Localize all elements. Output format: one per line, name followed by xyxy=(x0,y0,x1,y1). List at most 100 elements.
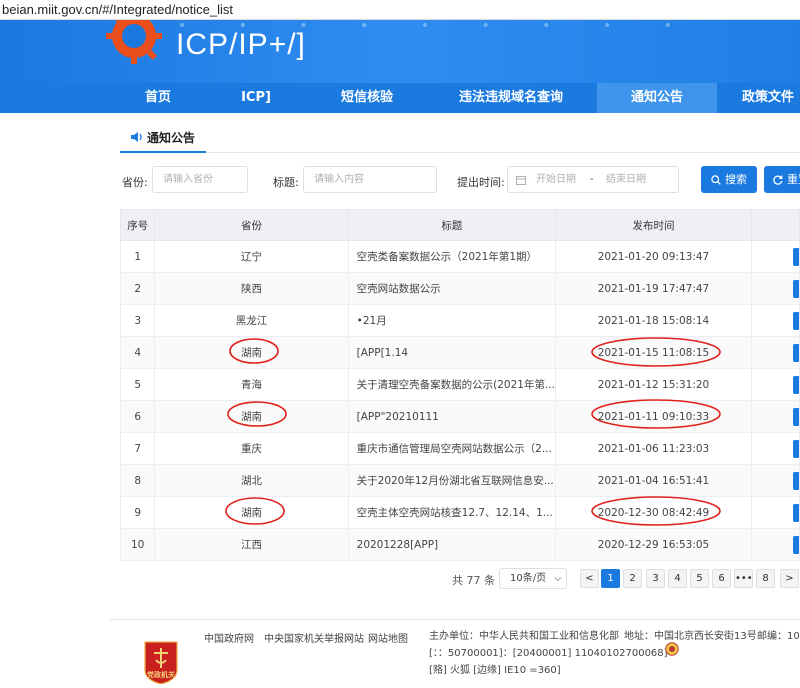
party-org-badge-label: 党政机关 xyxy=(147,671,175,679)
cell-publish-time: 2021-01-15 11:08:15 xyxy=(554,336,752,369)
cell-index: 3 xyxy=(119,304,156,337)
cell-province: 湖南 xyxy=(154,336,349,369)
cell-publish-time: 2021-01-18 15:08:14 xyxy=(554,304,752,337)
cell-publish-time: 2021-01-04 16:51:41 xyxy=(554,464,752,497)
cell-title[interactable]: 关于2020年12月份湖北省互联网信息安... xyxy=(347,464,556,497)
next-page-button[interactable]: > xyxy=(780,569,799,588)
nav-item-sms-verify[interactable]: 短信核验 xyxy=(330,83,404,113)
footer-link-gov[interactable]: 中国政府网 xyxy=(204,630,254,645)
reset-button[interactable]: 重置 xyxy=(764,166,800,193)
cell-province: 青海 xyxy=(154,368,349,401)
view-button[interactable] xyxy=(793,343,799,362)
page-button-8[interactable]: 8 xyxy=(756,569,775,588)
section-tabs: 通知公告 xyxy=(120,126,800,153)
view-button[interactable] xyxy=(793,407,799,426)
cell-title[interactable]: 关于清理空壳备案数据的公示(2021年第... xyxy=(347,368,556,401)
cell-publish-time: 2021-01-11 09:10:33 xyxy=(554,400,752,433)
view-button[interactable] xyxy=(793,279,799,298)
cell-title[interactable]: [APP[1.14 xyxy=(347,336,556,369)
cell-province: 江西 xyxy=(154,528,349,561)
page-button-4[interactable]: 4 xyxy=(668,569,687,588)
table-row[interactable]: 9 湖南 空壳主体空壳网站核查12.7、12.14、1... 2020-12-30 0… xyxy=(119,496,800,529)
cell-title[interactable]: •21月 xyxy=(347,304,556,337)
page-button-1[interactable]: 1 xyxy=(601,569,620,588)
nav-item-icp[interactable]: ICP] xyxy=(224,83,288,113)
footer-link-sitemap[interactable]: 网站地图 xyxy=(368,630,408,645)
cell-province: 黑龙江 xyxy=(154,304,349,337)
table-header-row: 序号 省份 标题 发布时间 xyxy=(119,209,800,241)
page-ellipsis-button[interactable]: ••• xyxy=(734,569,753,588)
cell-actions xyxy=(750,240,800,273)
nav-item-illegal-domain[interactable]: 违法违规域名查询 xyxy=(450,83,572,113)
view-button[interactable] xyxy=(793,471,799,490)
header-title: 标题 xyxy=(347,209,556,241)
tab-notices[interactable]: 通知公告 xyxy=(120,126,206,153)
search-button-label: 搜索 xyxy=(725,173,747,186)
nav-item-policy[interactable]: 政策文件 xyxy=(742,83,800,113)
url-bar[interactable]: beian.miit.gov.cn/#/Integrated/notice_li… xyxy=(0,0,800,20)
title-label: 标题: xyxy=(273,176,299,189)
view-button[interactable] xyxy=(793,247,799,266)
cell-actions xyxy=(750,496,800,529)
header-actions xyxy=(750,209,800,241)
view-button[interactable] xyxy=(793,439,799,458)
cell-publish-time: 2021-01-20 09:13:47 xyxy=(554,240,752,273)
cell-publish-time: 2020-12-30 08:42:49 xyxy=(554,496,752,529)
view-button[interactable] xyxy=(793,535,799,554)
table-row[interactable]: 2 陕西 空壳网站数据公示 2021-01-19 17:47:47 xyxy=(119,272,800,305)
cell-title[interactable]: 重庆市通信管理局空壳网站数据公示（2... xyxy=(347,432,556,465)
start-date-placeholder: 开始日期 xyxy=(536,174,576,185)
footer-link-report[interactable]: 中央国家机关举报网站 xyxy=(264,630,364,645)
calendar-icon xyxy=(516,176,526,185)
page-size-value: 10条/页 xyxy=(510,573,547,584)
cell-actions xyxy=(750,528,800,561)
end-date-placeholder: 结束日期 xyxy=(606,174,646,185)
prev-page-button[interactable]: < xyxy=(580,569,599,588)
cell-publish-time: 2021-01-19 17:47:47 xyxy=(554,272,752,305)
table-row[interactable]: 7 重庆 重庆市通信管理局空壳网站数据公示（2... 2021-01-06 11:23… xyxy=(119,432,800,465)
header-province: 省份 xyxy=(154,209,349,241)
party-org-badge[interactable]: 党政机关 xyxy=(143,640,179,685)
view-button[interactable] xyxy=(793,375,799,394)
footer-browser-line: [赂] 火狐 [边缘] IE10 =360] xyxy=(429,665,561,676)
cell-index: 1 xyxy=(119,240,156,273)
police-badge-icon xyxy=(665,641,679,656)
nav-item-home[interactable]: 首页 xyxy=(128,83,188,113)
cell-index: 7 xyxy=(119,432,156,465)
refresh-icon xyxy=(773,175,783,185)
title-input[interactable]: 请输入内容 xyxy=(303,166,437,193)
table-row[interactable]: 8 湖北 关于2020年12月份湖北省互联网信息安... 2021-01-04 16:… xyxy=(119,464,800,497)
nav-item-notices[interactable]: 通知公告 xyxy=(597,83,717,113)
province-label: 省份: xyxy=(122,176,148,189)
table-row[interactable]: 4 湖南 [APP[1.14 2021-01-15 11:08:15 xyxy=(119,336,800,369)
province-input[interactable]: 请输入省份 xyxy=(152,166,248,193)
page-size-select[interactable]: 10条/页 xyxy=(499,568,567,589)
page-button-6[interactable]: 6 xyxy=(712,569,731,588)
cell-publish-time: 2020-12-29 16:53:05 xyxy=(554,528,752,561)
search-icon xyxy=(711,175,721,185)
notice-table: 序号 省份 标题 发布时间 1 辽宁 空壳类备案数据公示（2021年第1期） 2021… xyxy=(119,209,800,561)
cell-index: 5 xyxy=(119,368,156,401)
cell-title[interactable]: 空壳主体空壳网站核查12.7、12.14、1... xyxy=(347,496,556,529)
view-button[interactable] xyxy=(793,311,799,330)
cell-actions xyxy=(750,304,800,337)
table-row[interactable]: 3 黑龙江 •21月 2021-01-18 15:08:14 xyxy=(119,304,800,337)
table-row[interactable]: 5 青海 关于清理空壳备案数据的公示(2021年第... 2021-01-12 15:… xyxy=(119,368,800,401)
cell-title[interactable]: [APP"20210111 xyxy=(347,400,556,433)
cell-title[interactable]: 20201228[APP] xyxy=(347,528,556,561)
date-range-input[interactable]: 开始日期 - 结束日期 xyxy=(507,166,679,193)
page-button-2[interactable]: 2 xyxy=(623,569,642,588)
page-button-3[interactable]: 3 xyxy=(646,569,665,588)
table-row[interactable]: 10 江西 20201228[APP] 2020-12-29 16:53:05 xyxy=(119,528,800,561)
table-row[interactable]: 6 湖南 [APP"20210111 2021-01-11 09:10:33 xyxy=(119,400,800,433)
cell-title[interactable]: 空壳类备案数据公示（2021年第1期） xyxy=(347,240,556,273)
cell-actions xyxy=(750,336,800,369)
header-publish-time: 发布时间 xyxy=(554,209,752,241)
page-button-5[interactable]: 5 xyxy=(690,569,709,588)
cell-province: 湖南 xyxy=(154,400,349,433)
table-row[interactable]: 1 辽宁 空壳类备案数据公示（2021年第1期） 2021-01-20 09:13:4… xyxy=(119,240,800,273)
view-button[interactable] xyxy=(793,503,799,522)
search-button[interactable]: 搜索 xyxy=(701,166,757,193)
cell-province: 湖北 xyxy=(154,464,349,497)
cell-title[interactable]: 空壳网站数据公示 xyxy=(347,272,556,305)
